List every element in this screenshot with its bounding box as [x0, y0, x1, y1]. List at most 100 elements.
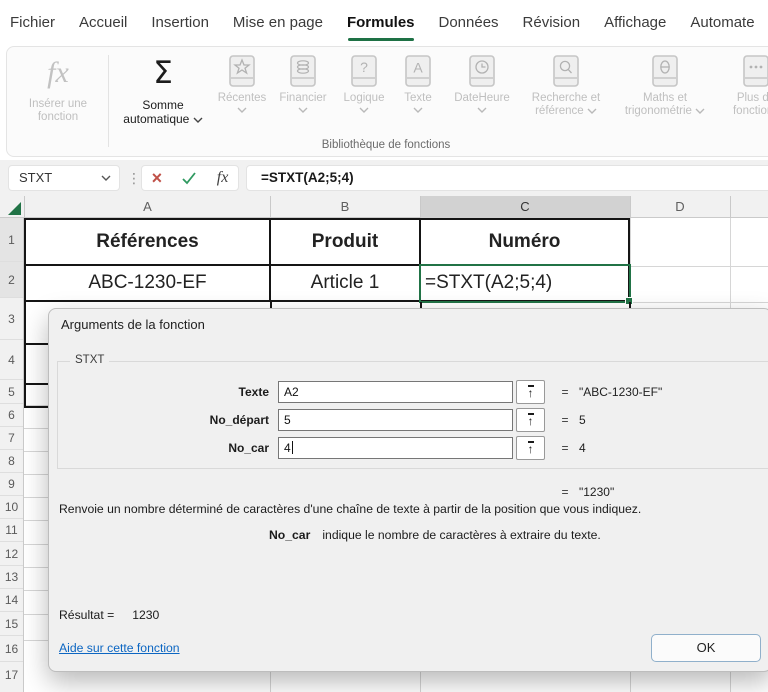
range-picker-button-no-car[interactable]: ↑: [516, 436, 545, 460]
row-header-2[interactable]: 2: [0, 262, 23, 298]
more-functions-button[interactable]: Plus de fonctions: [718, 53, 768, 118]
arg-input-no-depart[interactable]: 5: [278, 409, 513, 431]
function-description: Renvoie un nombre déterminé de caractère…: [59, 502, 642, 516]
chevron-down-icon[interactable]: [101, 175, 111, 181]
range-picker-button-texte[interactable]: ↑: [516, 380, 545, 404]
ribbon-tab-bar: Fichier Accueil Insertion Mise en page F…: [0, 0, 768, 42]
insert-function-fx-icon[interactable]: fx: [217, 169, 229, 187]
lookup-book-magnifier-icon: [553, 55, 579, 87]
sigma-icon: Σ: [153, 55, 173, 91]
name-box[interactable]: STXT: [8, 165, 120, 191]
date-time-button[interactable]: DateHeure: [444, 53, 520, 113]
select-all-triangle-icon[interactable]: [8, 202, 21, 215]
tab-donnees[interactable]: Données: [439, 8, 499, 42]
more-functions-book-dots-icon: [743, 55, 768, 87]
insert-function-button[interactable]: fx Insérer une fonction: [11, 53, 105, 124]
row-header-14[interactable]: 14: [0, 589, 23, 612]
result-value: 1230: [132, 608, 160, 622]
arg-row-no-depart: No_départ 5 ↑ = 5: [49, 408, 768, 432]
recent-functions-button[interactable]: Récentes: [212, 53, 272, 113]
cell-a2[interactable]: ABC-1230-EF: [26, 266, 271, 300]
row-header-9[interactable]: 9: [0, 473, 23, 496]
tab-insertion[interactable]: Insertion: [151, 8, 209, 42]
row-header-13[interactable]: 13: [0, 566, 23, 589]
collapse-dialog-icon: ↑: [527, 384, 534, 400]
cancel-icon[interactable]: ×: [152, 166, 163, 190]
row-header-16[interactable]: 16: [0, 636, 23, 662]
cell-a1[interactable]: Références: [26, 220, 271, 266]
cell-b1[interactable]: Produit: [271, 220, 421, 266]
row-headers: 1 2 3 4 5 6 7 8 9 10 11 12 13 14 15 16 1…: [0, 218, 24, 692]
row-header-10[interactable]: 10: [0, 496, 23, 519]
row-header-3[interactable]: 3: [0, 298, 23, 340]
function-arguments-dialog: Arguments de la fonction STXT Texte A2 ↑…: [48, 308, 768, 672]
formula-bar-handle-icon: ⋮: [127, 170, 141, 186]
logical-button[interactable]: ? Logique: [334, 53, 394, 113]
arg-row-texte: Texte A2 ↑ = "ABC-1230-EF": [49, 380, 768, 404]
text-functions-button[interactable]: A Texte: [392, 53, 444, 113]
math-trig-label: Maths et trigonométrie: [614, 92, 716, 118]
text-functions-label: Texte: [404, 92, 432, 104]
row-header-8[interactable]: 8: [0, 450, 23, 473]
formula-input[interactable]: =STXT(A2;5;4): [246, 165, 768, 191]
column-header-c[interactable]: C: [420, 196, 630, 218]
formula-bar: STXT ⋮ × fx =STXT(A2;5;4): [0, 160, 768, 196]
ribbon-divider: [108, 55, 109, 147]
enter-check-icon[interactable]: [181, 171, 197, 185]
autosum-button[interactable]: Σ Somme automatique: [115, 53, 211, 126]
argument-help-name: No_car: [269, 528, 311, 542]
column-header-d[interactable]: D: [630, 196, 730, 218]
tab-mise-en-page[interactable]: Mise en page: [233, 8, 323, 42]
arg-input-no-car[interactable]: 4: [278, 437, 513, 459]
function-library-group-label: Bibliothèque de fonctions: [321, 139, 451, 151]
equals-sign: =: [561, 385, 569, 399]
row-header-6[interactable]: 6: [0, 404, 23, 427]
arg-input-texte[interactable]: A2: [278, 381, 513, 403]
lookup-reference-label: Recherche et référence: [531, 92, 601, 117]
cell-c1[interactable]: Numéro: [421, 220, 628, 266]
column-header-b[interactable]: B: [270, 196, 420, 218]
function-name-label: STXT: [70, 354, 110, 366]
collapse-dialog-icon: ↑: [527, 440, 534, 456]
row-header-11[interactable]: 11: [0, 519, 23, 542]
dialog-title: Arguments de la fonction: [61, 317, 205, 332]
svg-text:?: ?: [360, 59, 368, 75]
range-picker-button-no-depart[interactable]: ↑: [516, 408, 545, 432]
row-header-17[interactable]: 17: [0, 662, 23, 692]
cell-b2[interactable]: Article 1: [271, 266, 421, 300]
collapse-dialog-icon: ↑: [527, 412, 534, 428]
argument-help-line: No_car indique le nombre de caractères à …: [269, 527, 747, 543]
tab-accueil[interactable]: Accueil: [79, 8, 127, 42]
row-header-4[interactable]: 4: [0, 340, 23, 380]
excel-window: Fichier Accueil Insertion Mise en page F…: [0, 0, 768, 692]
row-header-12[interactable]: 12: [0, 542, 23, 566]
row-header-15[interactable]: 15: [0, 612, 23, 636]
more-functions-label: Plus de fonctions: [732, 92, 768, 117]
function-library-group: fx Insérer une fonction Σ Somme automati…: [6, 46, 768, 157]
tab-revision[interactable]: Révision: [523, 8, 581, 42]
lookup-reference-button[interactable]: Recherche et référence: [520, 53, 612, 118]
text-caret: [291, 441, 293, 454]
column-header-a[interactable]: A: [25, 196, 270, 218]
tab-affichage[interactable]: Affichage: [604, 8, 666, 42]
financial-label: Financier: [279, 92, 327, 104]
formula-bar-buttons: × fx: [141, 165, 239, 191]
financial-button[interactable]: Financier: [272, 53, 334, 113]
insert-function-label: Insérer une fonction: [28, 98, 88, 123]
column-headers: A B C D: [0, 196, 768, 218]
argument-help-text: indique le nombre de caractères à extrai…: [322, 528, 601, 542]
ok-button[interactable]: OK: [651, 634, 761, 662]
math-trig-button[interactable]: Maths et trigonométrie: [614, 53, 716, 118]
tab-automate[interactable]: Automate: [690, 8, 754, 42]
tab-formules[interactable]: Formules: [347, 8, 415, 42]
tab-fichier[interactable]: Fichier: [10, 8, 55, 42]
row-header-5[interactable]: 5: [0, 380, 23, 404]
arg-label-no-depart: No_départ: [209, 413, 269, 427]
row-header-7[interactable]: 7: [0, 427, 23, 450]
result-line: Résultat = 1230: [59, 607, 159, 623]
arg-result-texte: "ABC-1230-EF": [579, 385, 663, 399]
arg-result-no-car: 4: [579, 441, 586, 455]
logical-label: Logique: [343, 92, 385, 104]
help-link[interactable]: Aide sur cette fonction: [59, 641, 180, 655]
row-header-1[interactable]: 1: [0, 218, 23, 262]
